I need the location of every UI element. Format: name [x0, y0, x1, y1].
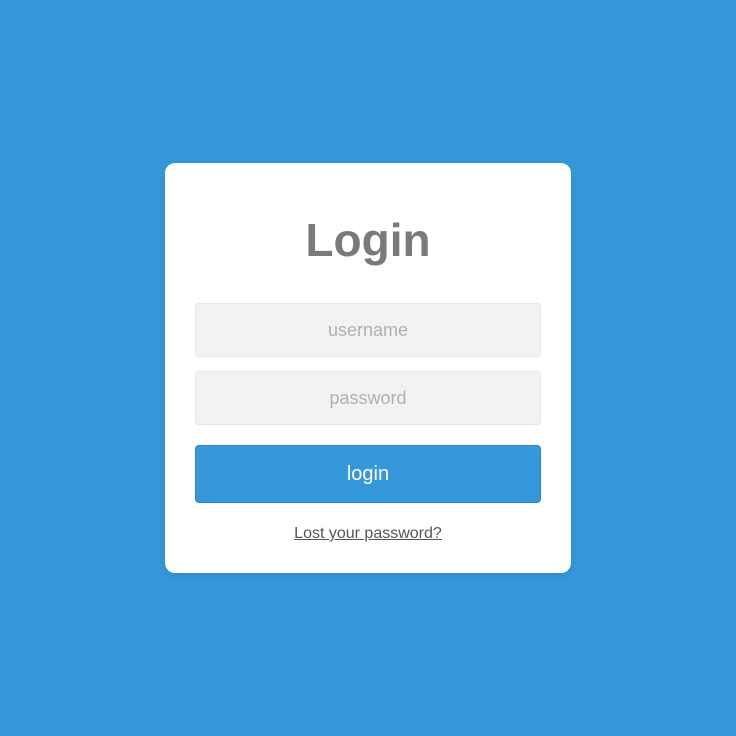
- lost-password-link[interactable]: Lost your password?: [195, 525, 541, 543]
- username-input[interactable]: [195, 303, 541, 357]
- login-title: Login: [195, 213, 541, 267]
- password-input[interactable]: [195, 371, 541, 425]
- login-button[interactable]: login: [195, 445, 541, 503]
- login-card: Login login Lost your password?: [165, 163, 571, 573]
